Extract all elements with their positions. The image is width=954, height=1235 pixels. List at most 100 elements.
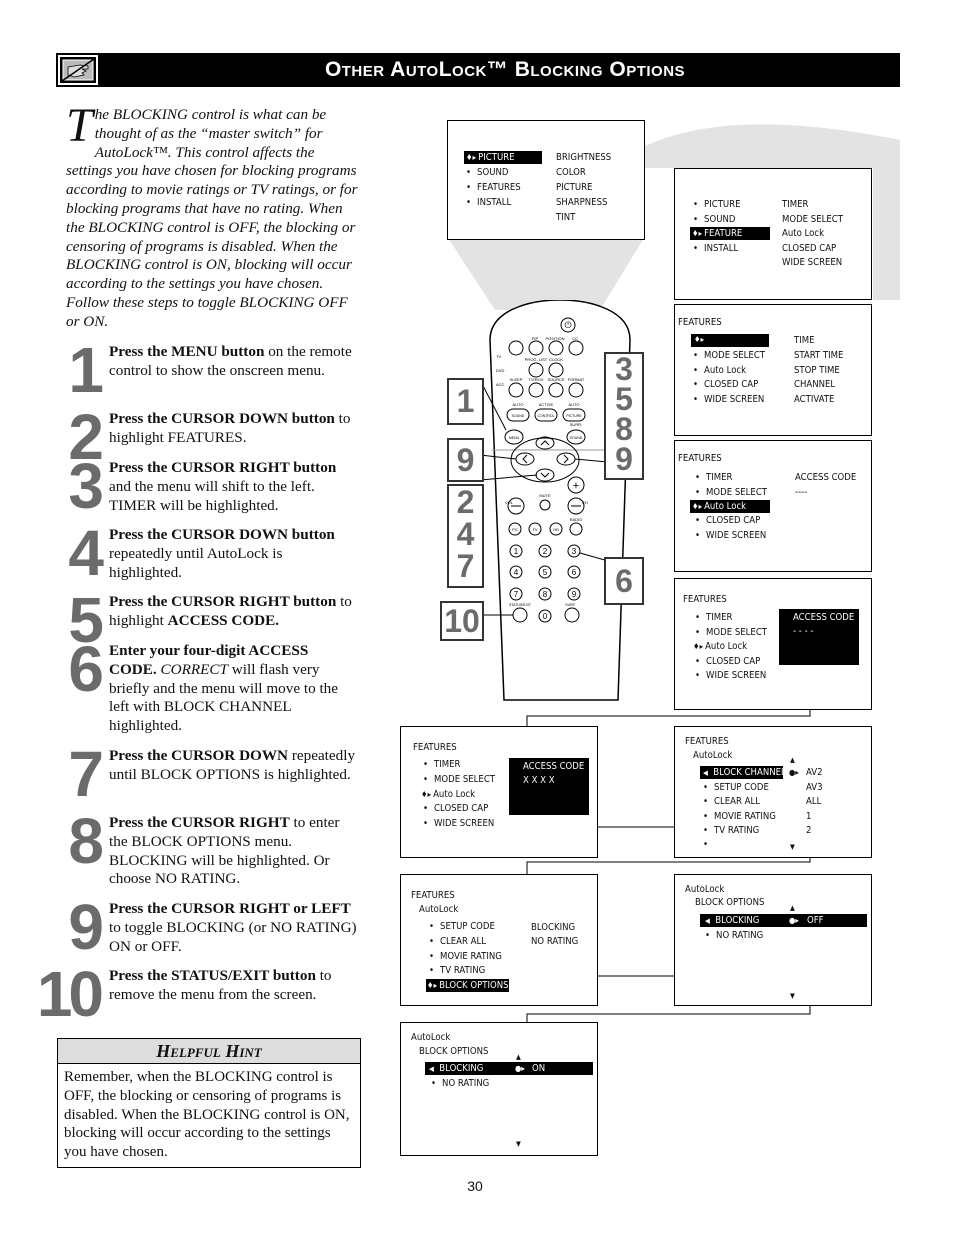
submenu-item: Auto Lock xyxy=(782,228,825,239)
callout-number: 8 xyxy=(615,411,633,447)
callout-step-10: 10 xyxy=(440,601,484,641)
radio-label: RADIO xyxy=(570,517,583,522)
svg-text:+: + xyxy=(573,480,579,492)
channel-value: 1 xyxy=(806,811,812,822)
submenu-item: TIME xyxy=(794,335,815,346)
access-code-value: - - - - xyxy=(793,626,814,637)
menu-item: MOVIE RATING xyxy=(703,810,776,823)
menu-item: SETUP CODE xyxy=(703,781,769,794)
submenu-item: BRIGHTNESS xyxy=(556,152,612,163)
digit-label: 5 xyxy=(543,568,548,577)
scroll-down-icon: ▼ xyxy=(790,843,795,851)
sleep-label: SLEEP xyxy=(510,377,523,382)
cursor-icon: ♦▸ xyxy=(466,153,477,162)
cursor-icon: ♦▸ xyxy=(427,981,438,990)
cursor-icon: ♦▸ xyxy=(694,335,705,344)
clock-label: CLOCK xyxy=(549,357,563,362)
callout-steps-3-5-8-9: 3 5 8 9 xyxy=(604,352,644,480)
menu-item: PICTURE xyxy=(693,198,740,211)
submenu-item: TIMER xyxy=(782,199,809,210)
menu-item xyxy=(703,838,714,851)
submenu-item: TINT xyxy=(556,212,576,223)
menu-item: WIDE SCREEN xyxy=(695,669,766,682)
menu-item-selected: ♦▸ Auto Lock xyxy=(692,501,747,512)
menu-item-selected: ♦▸ Auto Lock xyxy=(693,641,748,652)
menu-item-selected: ♦▸ PICTURE xyxy=(466,152,515,163)
channel-value: 2 xyxy=(806,825,812,836)
pc-label: PC xyxy=(512,527,518,532)
status-exit-label: STATUS/EXIT xyxy=(509,603,532,607)
callout-step-6: 6 xyxy=(604,557,644,605)
submenu-item: CLOSED CAP xyxy=(782,243,837,254)
callout-number: 7 xyxy=(456,548,475,584)
screen-title: FEATURES xyxy=(678,317,722,328)
screen-title: FEATURES xyxy=(685,736,729,747)
digit-label: 4 xyxy=(514,568,519,577)
channel-value: AV3 xyxy=(806,782,823,793)
screen-title: AutoLock xyxy=(411,1032,451,1043)
cursor-icon: ♦▸ xyxy=(692,502,703,511)
menu-item: MODE SELECT xyxy=(695,486,767,499)
auto-label: AUTO xyxy=(568,402,579,407)
menu-item: CLOSED CAP xyxy=(695,655,760,668)
cursor-icon: ●▸ xyxy=(789,768,799,777)
access-code-label: ACCESS CODE xyxy=(523,761,585,772)
menu-item: WIDE SCREEN xyxy=(693,393,764,406)
digit-label: 3 xyxy=(572,547,577,556)
menu-item: NO RATING xyxy=(705,929,763,942)
control-label: CONTROL xyxy=(537,414,554,418)
callout-number: 2 xyxy=(456,484,475,520)
screen-subtitle: AutoLock xyxy=(419,904,459,915)
channel-value: ALL xyxy=(806,796,822,807)
tv-screen-timer: FEATURES ♦▸ MODE SELECT Auto Lock CLOSED… xyxy=(674,304,872,436)
menu-item: MOVIE RATING xyxy=(429,950,502,963)
svg-text:⏻: ⏻ xyxy=(564,320,571,330)
menu-item: Auto Lock xyxy=(693,364,746,377)
callout-step-9: 9 xyxy=(447,438,484,482)
menu-item: CLOSED CAP xyxy=(423,802,488,815)
picture-label: PICTURE xyxy=(566,414,582,418)
tv-screen-access-code-entered: FEATURES TIMER MODE SELECT ♦▸Auto Lock C… xyxy=(400,726,598,858)
tv-mode-label: TV xyxy=(496,354,501,359)
submenu-item: SHARPNESS xyxy=(556,197,608,208)
digit-label: 7 xyxy=(514,590,519,599)
menu-item: MODE SELECT xyxy=(423,773,495,786)
dvd-mode-label: DVD xyxy=(496,368,505,373)
screen-title: AutoLock xyxy=(685,884,725,895)
digit-label: 8 xyxy=(543,590,548,599)
submenu-item: STOP TIME xyxy=(794,365,840,376)
tv-screen-features-selected: PICTURE SOUND ♦▸FEATURE INSTALL TIMER MO… xyxy=(674,168,872,300)
menu-item: MODE SELECT xyxy=(695,626,767,639)
menu-item: SOUND xyxy=(466,166,508,179)
screen-subtitle: BLOCK OPTIONS xyxy=(419,1046,489,1057)
tv-screen-main-menu: ♦▸PICTURE SOUND FEATURES INSTALL BRIGHTN… xyxy=(447,120,645,240)
callout-number: 3 xyxy=(615,351,633,387)
screen-subtitle: BLOCK OPTIONS xyxy=(695,897,765,908)
tv-screen-access-code-entry: FEATURES TIMER MODE SELECT ♦▸Auto Lock C… xyxy=(674,578,872,710)
submenu-item: WIDE SCREEN xyxy=(782,257,843,268)
menu-item: TIMER xyxy=(423,758,460,771)
menu-item: NO RATING xyxy=(431,1077,489,1090)
tv-rch-label: TV/RCH xyxy=(529,377,544,382)
access-code-label: ACCESS CODE xyxy=(795,472,857,483)
access-code-panel: ACCESS CODE X X X X xyxy=(509,758,589,815)
submenu-item: COLOR xyxy=(556,167,586,178)
menu-item: INSTALL xyxy=(466,196,511,209)
active-label: ACTIVE xyxy=(539,402,554,407)
scroll-down-icon: ▼ xyxy=(516,1140,521,1148)
cc-label: CC xyxy=(572,336,578,341)
menu-item: SETUP CODE xyxy=(429,920,495,933)
access-code-label: ACCESS CODE xyxy=(793,612,855,623)
menu-item: CLOSED CAP xyxy=(695,514,760,527)
screen-title: FEATURES xyxy=(678,453,722,464)
left-arrow-icon: ◀ xyxy=(703,769,708,777)
menu-item: FEATURES xyxy=(466,181,521,194)
callout-number: 9 xyxy=(615,441,633,477)
menu-item-selected: ♦▸ FEATURE xyxy=(692,228,743,239)
menu-item-selected: ◀ BLOCKING xyxy=(429,1063,484,1074)
blocking-value: ON xyxy=(532,1063,546,1074)
menu-item-selected: ♦▸ xyxy=(691,334,769,347)
digit-label: 0 xyxy=(543,612,548,621)
menu-item-selected: ♦▸ BLOCK OPTIONS xyxy=(427,980,509,991)
format-label: FORMAT xyxy=(568,377,585,382)
